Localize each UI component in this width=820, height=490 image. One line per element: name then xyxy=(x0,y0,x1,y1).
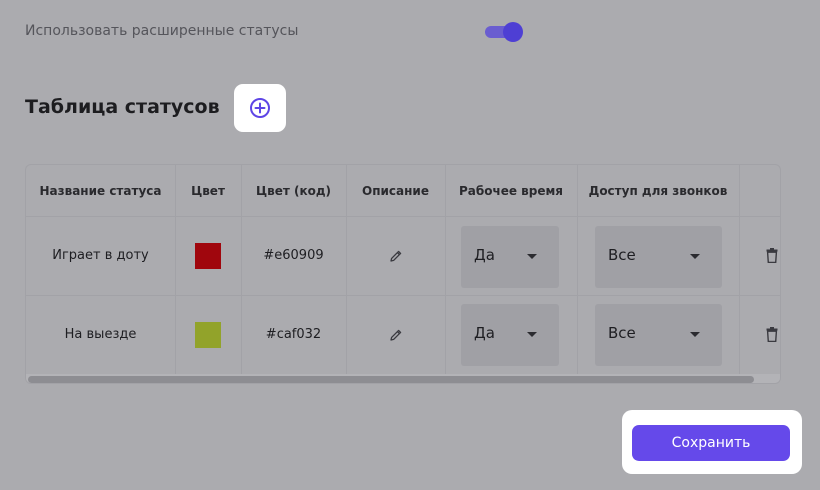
extended-statuses-toggle[interactable] xyxy=(485,22,525,42)
color-code: #e60909 xyxy=(263,248,324,263)
extended-statuses-label: Использовать расширенные статусы xyxy=(25,23,299,39)
pencil-icon[interactable] xyxy=(389,249,403,263)
column-header-work-time: Рабочее время xyxy=(458,183,564,198)
color-cell xyxy=(175,216,241,295)
add-status-button[interactable] xyxy=(234,84,286,132)
status-table: Название статуса Цвет Цвет (код) Описани… xyxy=(25,164,781,384)
color-swatch[interactable] xyxy=(195,321,221,348)
work-time-value: Да xyxy=(474,324,495,342)
trash-icon[interactable] xyxy=(766,327,778,342)
work-time-select[interactable]: Да xyxy=(461,304,559,366)
toggle-knob xyxy=(503,22,523,42)
plus-circle-icon xyxy=(250,98,270,118)
work-time-select[interactable]: Да xyxy=(461,226,559,288)
extended-statuses-setting: Использовать расширенные статусы xyxy=(25,18,545,46)
description-cell xyxy=(346,295,445,374)
column-header-name: Название статуса xyxy=(39,183,162,198)
column-divider xyxy=(739,165,740,374)
delete-cell xyxy=(762,216,780,295)
description-cell xyxy=(346,216,445,295)
delete-cell xyxy=(762,295,780,374)
save-button[interactable]: Сохранить xyxy=(632,425,790,461)
call-access-select[interactable]: Все xyxy=(595,226,722,288)
pencil-icon[interactable] xyxy=(389,328,403,342)
column-header-color-code: Цвет (код) xyxy=(255,183,332,198)
call-access-value: Все xyxy=(608,324,636,342)
call-access-value: Все xyxy=(608,246,636,264)
chevron-down-icon xyxy=(690,332,700,337)
status-name: На выезде xyxy=(64,327,137,342)
chevron-down-icon xyxy=(527,254,537,259)
call-access-select[interactable]: Все xyxy=(595,304,722,366)
status-name: Играет в доту xyxy=(52,248,149,263)
trash-icon[interactable] xyxy=(766,248,778,263)
column-header-call-access: Доступ для звонков xyxy=(588,183,728,198)
color-cell xyxy=(175,295,241,374)
color-code: #caf032 xyxy=(265,327,322,342)
section-title: Таблица статусов xyxy=(25,96,220,118)
save-highlight: Сохранить xyxy=(622,410,802,474)
work-time-value: Да xyxy=(474,246,495,264)
chevron-down-icon xyxy=(527,332,537,337)
chevron-down-icon xyxy=(690,254,700,259)
column-header-color: Цвет xyxy=(191,183,225,198)
column-header-description: Описание xyxy=(362,183,429,198)
scrollbar-thumb[interactable] xyxy=(28,376,754,383)
horizontal-scrollbar[interactable] xyxy=(26,374,780,383)
color-swatch[interactable] xyxy=(195,242,221,269)
